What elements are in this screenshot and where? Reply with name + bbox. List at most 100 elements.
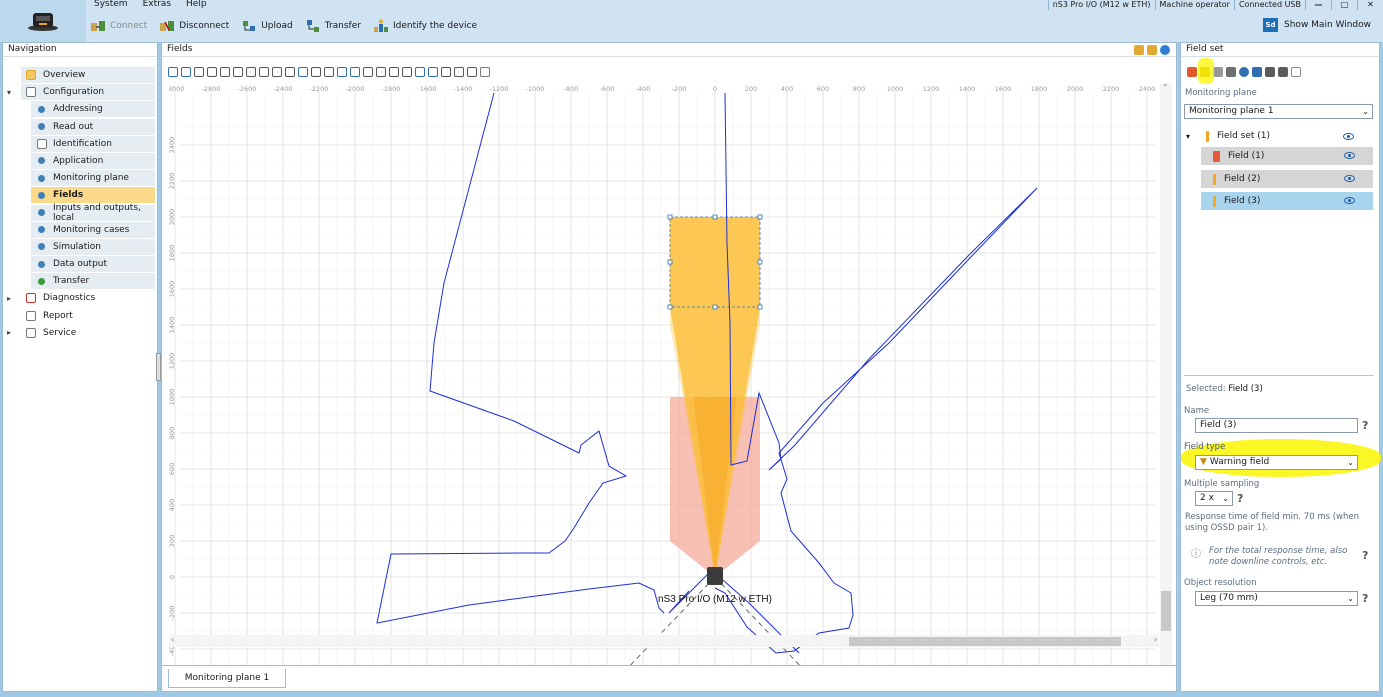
help-icon[interactable]: ?: [1237, 492, 1243, 505]
horizontal-scroll-thumb[interactable]: [849, 637, 1121, 646]
delete-icon[interactable]: [311, 67, 321, 77]
import-icon[interactable]: [1265, 67, 1275, 77]
maximize-button[interactable]: □: [1331, 0, 1357, 10]
nav-item-addressing[interactable]: Addressing: [3, 101, 159, 118]
nav-item-monitoring-cases[interactable]: Monitoring cases: [3, 221, 159, 238]
redo-icon[interactable]: [181, 67, 191, 77]
tree-field-3[interactable]: Field (3): [1201, 192, 1373, 210]
nav-item-configuration[interactable]: ▾ Configuration: [3, 84, 159, 101]
view-icon[interactable]: [415, 67, 425, 77]
filter-icon[interactable]: [1252, 67, 1262, 77]
wrench-icon[interactable]: [467, 67, 477, 77]
vertical-scrollbar[interactable]: ⌃: [1160, 83, 1172, 687]
nav-item-application[interactable]: Application: [3, 152, 159, 169]
expand-arrow-icon[interactable]: ▸: [7, 294, 15, 303]
nav-item-report[interactable]: Report: [3, 308, 159, 324]
eye-icon[interactable]: [1344, 197, 1355, 204]
nav-item-read-out[interactable]: Read out: [3, 118, 159, 135]
cut-icon[interactable]: [298, 67, 308, 77]
resize-handle[interactable]: [712, 214, 718, 220]
align-icon[interactable]: [337, 67, 347, 77]
menu-system[interactable]: System: [86, 0, 135, 9]
disconnect-button[interactable]: Disconnect: [159, 19, 229, 33]
tree-field-1[interactable]: Field (1): [1201, 147, 1373, 165]
image-icon[interactable]: [441, 67, 451, 77]
show-main-window-button[interactable]: Sd Show Main Window: [1263, 18, 1371, 32]
close-button[interactable]: ✕: [1357, 0, 1383, 10]
help-icon[interactable]: [1291, 67, 1301, 77]
nav-item-transfer[interactable]: Transfer: [3, 273, 159, 290]
undo-icon[interactable]: [168, 67, 178, 77]
collapse-arrow-icon[interactable]: ▾: [7, 88, 15, 97]
scanner-device[interactable]: [707, 567, 723, 585]
delete-icon[interactable]: [1226, 67, 1236, 77]
nav-item-diagnostics[interactable]: ▸ Diagnostics: [3, 290, 159, 306]
resize-handle[interactable]: [757, 214, 763, 220]
circle-icon[interactable]: [259, 67, 269, 77]
zoom-in-icon[interactable]: [363, 67, 373, 77]
help-icon[interactable]: ?: [1362, 549, 1368, 562]
help-icon[interactable]: ?: [1362, 592, 1368, 605]
field-editor-canvas[interactable]: -3000-2800-2600-2400-2200-2000-1800-1600…: [169, 83, 1155, 675]
vertical-scroll-thumb[interactable]: [1161, 591, 1171, 631]
zoom-out-icon[interactable]: [376, 67, 386, 77]
multiple-sampling-select[interactable]: 2 x ⌄: [1195, 491, 1233, 506]
collapse-arrow-icon[interactable]: ▾: [1186, 132, 1190, 141]
resize-handle[interactable]: [757, 259, 763, 265]
resize-handle[interactable]: [757, 304, 763, 310]
name-input[interactable]: Field (3): [1195, 418, 1358, 433]
help-icon[interactable]: ?: [1362, 419, 1368, 432]
import-icon[interactable]: [1147, 45, 1157, 55]
menu-extras[interactable]: Extras: [135, 0, 178, 9]
transfer-button[interactable]: Transfer: [305, 19, 361, 33]
zoom-region-icon[interactable]: [402, 67, 412, 77]
eye-icon[interactable]: [1343, 133, 1354, 140]
nav-item-identification[interactable]: Identification: [3, 135, 159, 152]
eye-icon[interactable]: [1344, 152, 1355, 159]
export-icon[interactable]: [1134, 45, 1144, 55]
identify-device-button[interactable]: Identify the device: [373, 19, 477, 33]
minimize-button[interactable]: —: [1305, 0, 1331, 10]
resize-handle[interactable]: [667, 259, 673, 265]
upload-button[interactable]: Upload: [241, 19, 293, 33]
rotate-icon[interactable]: [324, 67, 334, 77]
eye-icon[interactable]: [1344, 175, 1355, 182]
copy-icon[interactable]: [1213, 67, 1223, 77]
export-icon[interactable]: [1278, 67, 1288, 77]
add-field-set-icon[interactable]: [1187, 67, 1197, 77]
resize-handle[interactable]: [667, 304, 673, 310]
nav-item-fields[interactable]: Fields: [3, 187, 159, 204]
zoom-fit-icon[interactable]: [389, 67, 399, 77]
tree-field-set[interactable]: ▾ Field set (1): [1186, 127, 1372, 145]
nav-item-overview[interactable]: Overview: [3, 67, 159, 83]
object-resolution-select[interactable]: Leg (70 mm) ⌄: [1195, 591, 1358, 606]
measure-icon[interactable]: [220, 67, 230, 77]
connect-button[interactable]: Connect: [90, 19, 147, 33]
nav-item-monitoring-plane[interactable]: Monitoring plane: [3, 170, 159, 187]
expand-arrow-icon[interactable]: ▸: [7, 328, 15, 337]
resize-handle[interactable]: [667, 214, 673, 220]
help-icon[interactable]: [480, 67, 490, 77]
field-type-select[interactable]: ▼ Warning field ⌄: [1195, 455, 1358, 470]
tab-monitoring-plane-1[interactable]: Monitoring plane 1: [168, 669, 286, 688]
help-icon[interactable]: [1160, 45, 1170, 55]
layout-icon[interactable]: [454, 67, 464, 77]
select-icon[interactable]: [194, 67, 204, 77]
view-all-icon[interactable]: [428, 67, 438, 77]
monitoring-plane-select[interactable]: Monitoring plane 1 ⌄: [1184, 104, 1373, 119]
nav-item-simulation[interactable]: Simulation: [3, 238, 159, 255]
polygon-icon[interactable]: [233, 67, 243, 77]
nav-item-inputs-and-outputs-local[interactable]: Inputs and outputs, local: [3, 203, 159, 223]
rectangle-icon[interactable]: [246, 67, 256, 77]
eye-icon[interactable]: [1239, 67, 1249, 77]
fill-icon[interactable]: [350, 67, 360, 77]
menu-help[interactable]: Help: [178, 0, 214, 9]
tree-field-2[interactable]: Field (2): [1201, 170, 1373, 188]
nav-item-service[interactable]: ▸ Service: [3, 325, 159, 341]
pan-icon[interactable]: [207, 67, 217, 77]
resize-handle[interactable]: [712, 304, 718, 310]
horizontal-scrollbar[interactable]: ‹ ›: [169, 635, 1159, 647]
nav-item-data-output[interactable]: Data output: [3, 256, 159, 273]
polyline-icon[interactable]: [285, 67, 295, 77]
circle-sector-icon[interactable]: [272, 67, 282, 77]
